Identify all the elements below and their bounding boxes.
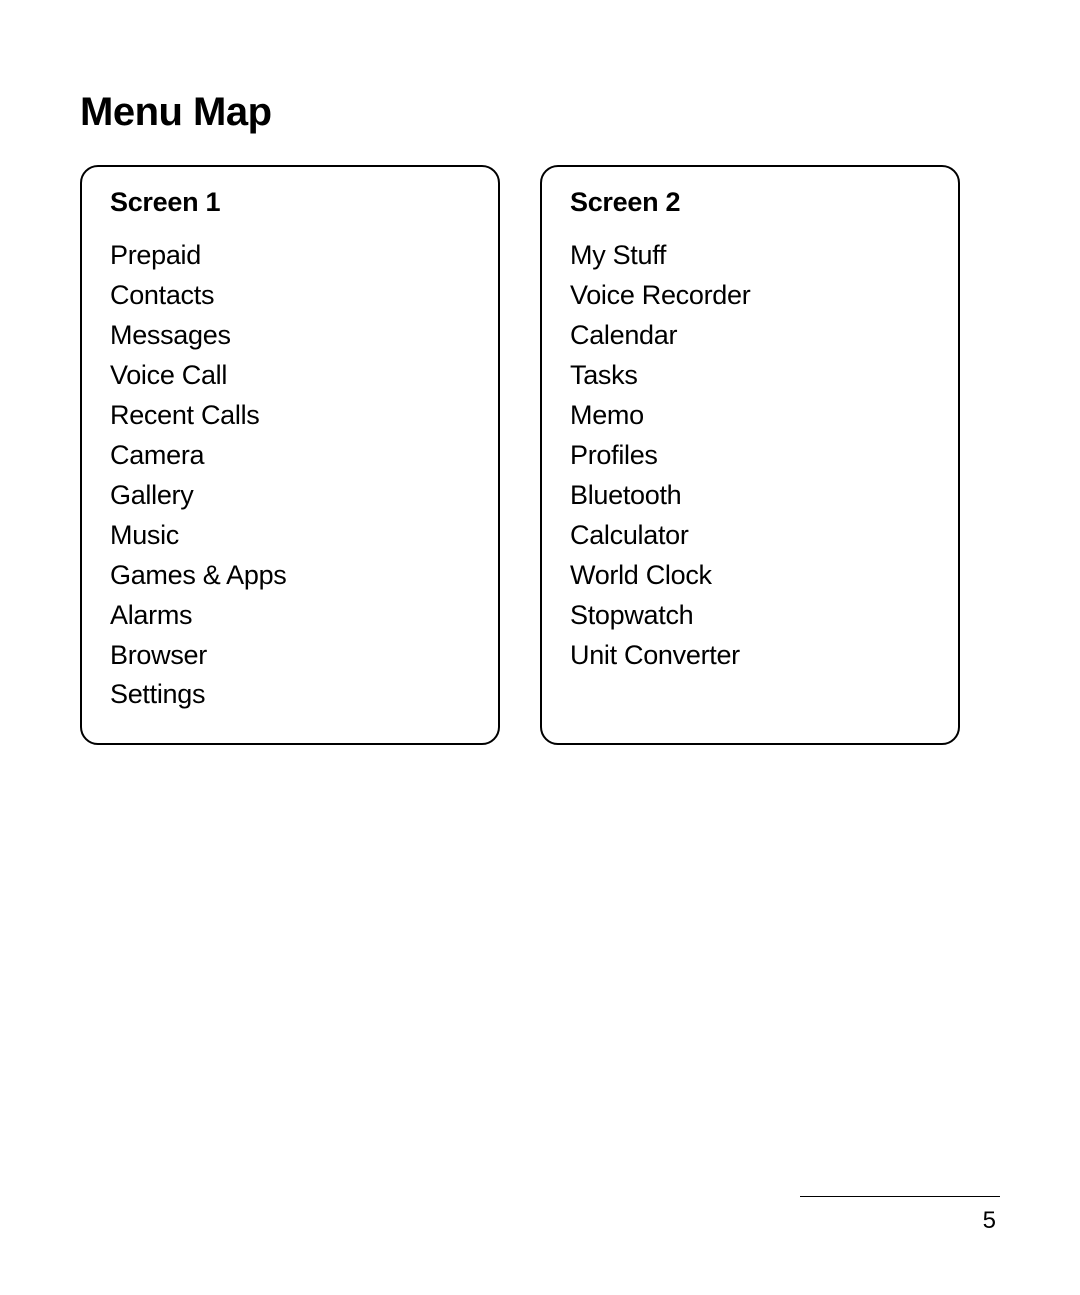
list-item: Gallery — [110, 476, 470, 516]
list-item: Prepaid — [110, 236, 470, 276]
screen-1-title: Screen 1 — [110, 187, 470, 218]
screen-2-title: Screen 2 — [570, 187, 930, 218]
list-item: Voice Recorder — [570, 276, 930, 316]
columns-container: Screen 1 Prepaid Contacts Messages Voice… — [80, 165, 1000, 745]
list-item: Music — [110, 516, 470, 556]
list-item: My Stuff — [570, 236, 930, 276]
list-item: Bluetooth — [570, 476, 930, 516]
page-footer: 5 — [800, 1196, 1000, 1235]
page-number: 5 — [800, 1207, 1000, 1235]
list-item: Tasks — [570, 356, 930, 396]
list-item: World Clock — [570, 556, 930, 596]
list-item: Games & Apps — [110, 556, 470, 596]
list-item: Contacts — [110, 276, 470, 316]
list-item: Profiles — [570, 436, 930, 476]
screen-2-box: Screen 2 My Stuff Voice Recorder Calenda… — [540, 165, 960, 745]
footer-divider — [800, 1196, 1000, 1197]
screen-1-box: Screen 1 Prepaid Contacts Messages Voice… — [80, 165, 500, 745]
list-item: Browser — [110, 636, 470, 676]
list-item: Settings — [110, 675, 470, 715]
list-item: Calendar — [570, 316, 930, 356]
list-item: Messages — [110, 316, 470, 356]
list-item: Unit Converter — [570, 636, 930, 676]
list-item: Memo — [570, 396, 930, 436]
page-title: Menu Map — [80, 90, 1000, 135]
list-item: Stopwatch — [570, 596, 930, 636]
list-item: Alarms — [110, 596, 470, 636]
list-item: Recent Calls — [110, 396, 470, 436]
list-item: Calculator — [570, 516, 930, 556]
list-item: Camera — [110, 436, 470, 476]
list-item: Voice Call — [110, 356, 470, 396]
